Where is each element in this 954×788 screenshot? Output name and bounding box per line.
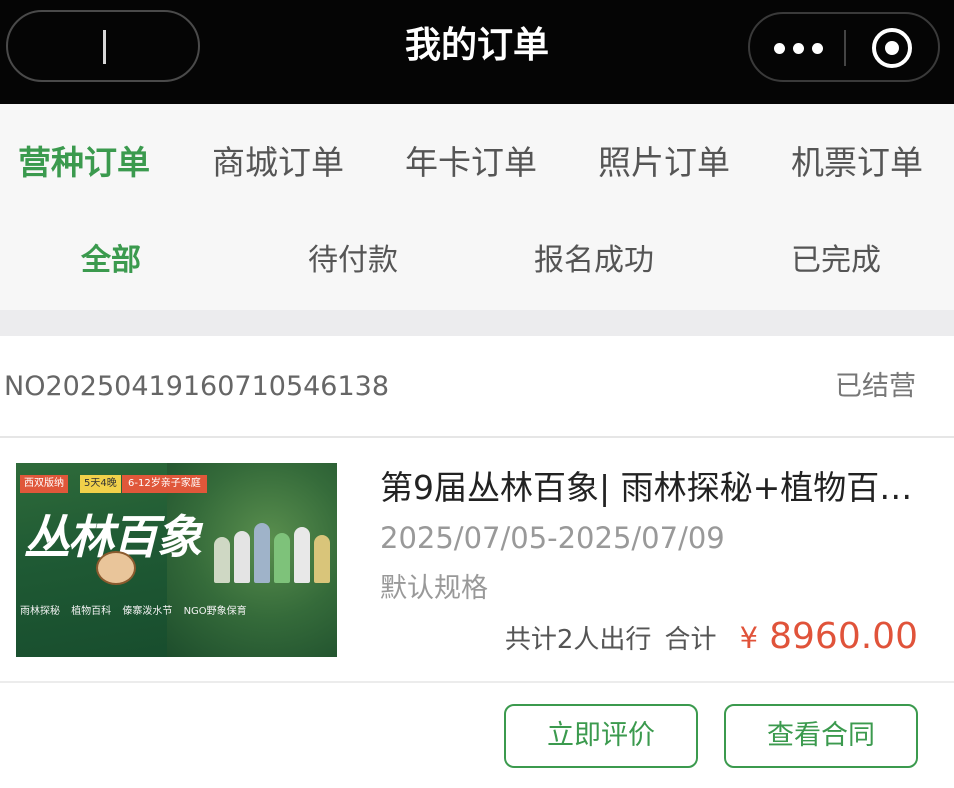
product-spec: 默认规格 [380, 573, 488, 604]
nav-bar: 我的订单 [0, 0, 954, 104]
image-tag-audience: 6-12岁亲子家庭 [122, 475, 207, 493]
total-label: 合计 [664, 625, 717, 655]
menu-capsule [748, 12, 940, 82]
product-title[interactable]: 第9届丛林百象| 雨林探秘+植物百科+傣寨泼水节+NGO野象保育 [380, 466, 920, 510]
product-image[interactable]: 西双版纳 5天4晚 6-12岁亲子家庭 丛林百象 雨林探秘 植物百科 傣寨泼水节… [16, 463, 337, 657]
tab-annual-card-orders[interactable]: 年卡订单 [405, 140, 537, 186]
status-tab-registered[interactable]: 报名成功 [534, 240, 654, 282]
order-summary: 共计2人出行 合计 ¥ 8960.00 [505, 616, 918, 661]
image-feature: 雨林探秘 [20, 606, 60, 617]
target-icon[interactable] [872, 28, 912, 68]
total-price: 8960.00 [769, 616, 918, 657]
currency-symbol: ¥ [739, 621, 759, 655]
tab-camp-orders[interactable]: 营种订单 [18, 140, 150, 186]
tab-photo-orders[interactable]: 照片订单 [598, 140, 730, 186]
image-feature: NGO野象保育 [183, 606, 247, 617]
image-tag-region: 西双版纳 [20, 475, 68, 493]
product-date-range: 2025/07/05-2025/07/09 [380, 521, 725, 555]
section-gap [0, 310, 954, 336]
mascot-icon [96, 551, 136, 585]
image-group-photo [212, 513, 337, 583]
capsule-separator [844, 30, 846, 66]
order-status: 已结营 [835, 371, 916, 402]
status-tab-pending-payment[interactable]: 待付款 [308, 240, 398, 282]
status-tab-all[interactable]: 全部 [81, 240, 141, 282]
review-button[interactable]: 立即评价 [504, 704, 698, 768]
more-dots-icon[interactable] [774, 40, 824, 56]
image-feature: 傣寨泼水节 [122, 606, 173, 617]
status-tab-completed[interactable]: 已完成 [791, 240, 881, 282]
tab-mall-orders[interactable]: 商城订单 [212, 140, 344, 186]
image-tag-duration: 5天4晚 [80, 475, 121, 493]
tab-flight-orders[interactable]: 机票订单 [791, 140, 923, 186]
order-number: NO2025041916071054613​8 [4, 371, 390, 402]
view-contract-button[interactable]: 查看合同 [724, 704, 918, 768]
image-feature: 植物百科 [71, 606, 112, 617]
order-card[interactable]: NO2025041916071054613​8 已结营 西双版纳 5天4晚 6-… [0, 336, 954, 788]
image-feature-row: 雨林探秘 植物百科 傣寨泼水节 NGO野象保育 [20, 603, 336, 621]
divider [0, 436, 954, 438]
people-count: 共计2人出行 [504, 625, 652, 655]
order-tabs: 营种订单 商城订单 年卡订单 照片订单 机票订单 全部 待付款 报名成功 已完成 [0, 104, 954, 310]
divider [0, 681, 954, 683]
